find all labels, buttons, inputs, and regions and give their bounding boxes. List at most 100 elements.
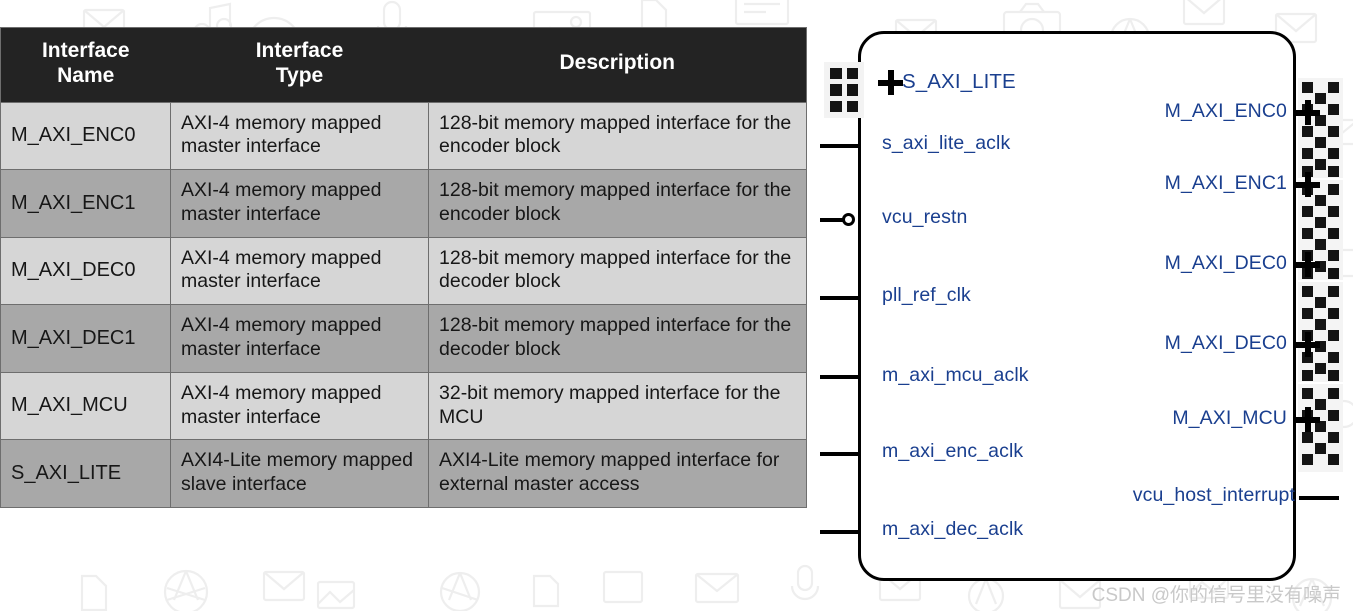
pin-stub-m-axi-dec-aclk (820, 530, 860, 534)
pin-square (1328, 82, 1339, 93)
port-label-m-axi-mcu-aclk: m_axi_mcu_aclk (882, 364, 1029, 386)
column-header-description: Description (428, 27, 807, 103)
pin-square (1328, 206, 1339, 217)
plus-expand-icon[interactable] (1295, 100, 1320, 125)
pin-square (1328, 104, 1339, 115)
table-row: M_AXI_ENC1 AXI-4 memory mapped master in… (0, 169, 807, 238)
interface-table-container: Interface Name Interface Type Descriptio… (0, 27, 807, 508)
pin-square (1302, 388, 1313, 399)
column-header-interface-name: Interface Name (0, 27, 171, 103)
cell-interface-type: AXI-4 memory mapped master interface (170, 304, 429, 373)
pin-square (1302, 228, 1313, 239)
bus-pin-strip-group-1 (1298, 78, 1343, 178)
pin-square (830, 84, 842, 96)
pin-square (1315, 297, 1326, 308)
pin-stub-s-axi-lite-aclk (820, 144, 860, 148)
cell-description: 128-bit memory mapped interface for the … (428, 304, 807, 373)
cell-description: AXI4-Lite memory mapped interface for ex… (428, 439, 807, 508)
cell-interface-type: AXI-4 memory mapped master interface (170, 169, 429, 238)
pin-square (1328, 286, 1339, 297)
port-label-m-axi-enc-aclk: m_axi_enc_aclk (882, 440, 1024, 462)
cell-description: 128-bit memory mapped interface for the … (428, 101, 807, 171)
pin-square (1328, 410, 1339, 421)
pin-square (1302, 454, 1313, 465)
pin-square (1315, 443, 1326, 454)
pin-square (1328, 184, 1339, 195)
cell-interface-name: M_AXI_DEC1 (0, 304, 171, 373)
table-row: M_AXI_MCU AXI-4 memory mapped master int… (0, 371, 807, 441)
column-header-interface-type-line1: Interface Type (255, 39, 344, 87)
pin-square (1328, 148, 1339, 159)
pin-stub-m-axi-enc-aclk (820, 452, 860, 456)
pin-square (1302, 82, 1313, 93)
table-row: M_AXI_DEC1 AXI-4 memory mapped master in… (0, 304, 807, 373)
pin-square (1328, 250, 1339, 261)
plus-expand-icon[interactable] (1295, 252, 1320, 277)
plus-expand-icon[interactable] (1295, 407, 1320, 432)
table-body: M_AXI_ENC0 AXI-4 memory mapped master in… (0, 101, 807, 508)
pin-square (1302, 370, 1313, 381)
pin-stub-vcu-restn (820, 218, 843, 222)
table-row: S_AXI_LITE AXI4-Lite memory mapped slave… (0, 439, 807, 508)
table-row: M_AXI_ENC0 AXI-4 memory mapped master in… (0, 101, 807, 171)
pin-square (846, 100, 858, 112)
csdn-watermark: CSDN @你的信号里没有噪声 (1091, 585, 1341, 606)
bus-port-label-m-axi-enc0: M_AXI_ENC0 (1164, 100, 1287, 122)
interface-table: Interface Name Interface Type Descriptio… (0, 27, 807, 508)
bus-port-label-m-axi-enc1: M_AXI_ENC1 (1164, 172, 1287, 194)
pin-square (1328, 166, 1339, 177)
cell-interface-type: AXI-4 memory mapped master interface (170, 371, 429, 441)
cell-description: 128-bit memory mapped interface for the … (428, 169, 807, 238)
pin-square (1302, 308, 1313, 319)
plus-expand-icon[interactable] (1295, 332, 1320, 357)
pin-square (1328, 268, 1339, 279)
bus-port-label-m-axi-mcu: M_AXI_MCU (1172, 407, 1287, 429)
port-label-s-axi-lite-aclk: s_axi_lite_aclk (882, 132, 1011, 154)
pin-square (1302, 126, 1313, 137)
pin-square (1302, 206, 1313, 217)
cell-interface-name: M_AXI_ENC0 (0, 101, 171, 171)
pin-stub-m-axi-mcu-aclk (820, 375, 860, 379)
plus-expand-icon[interactable] (1295, 172, 1320, 197)
pin-square (1302, 286, 1313, 297)
pin-stub-vcu-host-interrupt (1299, 496, 1339, 500)
cell-interface-type: AXI-4 memory mapped master interface (170, 101, 429, 171)
bus-port-label-m-axi-dec0: M_AXI_DEC0 (1164, 252, 1287, 274)
pin-square (1328, 388, 1339, 399)
pin-square (1315, 159, 1326, 170)
cell-description: 128-bit memory mapped interface for the … (428, 236, 807, 306)
pin-square (846, 68, 858, 80)
column-header-description-text: Description (559, 51, 676, 75)
table-header: Interface Name Interface Type Descriptio… (0, 27, 807, 103)
pin-square (1328, 352, 1339, 363)
plus-expand-icon[interactable] (878, 70, 903, 95)
table-row: M_AXI_DEC0 AXI-4 memory mapped master in… (0, 236, 807, 306)
pin-square (1328, 370, 1339, 381)
pin-square (1315, 363, 1326, 374)
cell-description: 32-bit memory mapped interface for the M… (428, 371, 807, 441)
screenshot-root: Interface Name Interface Type Descriptio… (0, 0, 1353, 611)
pin-square (1315, 217, 1326, 228)
inverted-input-bubble-icon (842, 213, 855, 226)
pin-square (846, 84, 858, 96)
pin-square (1315, 137, 1326, 148)
pin-square (830, 68, 842, 80)
pin-square (830, 100, 842, 112)
pin-square (1302, 148, 1313, 159)
cell-interface-name: M_AXI_MCU (0, 371, 171, 441)
port-label-m-axi-dec-aclk: m_axi_dec_aclk (882, 518, 1024, 540)
bus-port-label-m-axi-dec0-second: M_AXI_DEC0 (1164, 332, 1287, 354)
pin-square (1328, 330, 1339, 341)
pin-square (1328, 454, 1339, 465)
pin-stub-pll-ref-clk (820, 296, 860, 300)
cell-interface-type: AXI4-Lite memory mapped slave interface (170, 439, 429, 508)
column-header-interface-type: Interface Type (170, 27, 429, 103)
cell-interface-name: S_AXI_LITE (0, 439, 171, 508)
cell-interface-name: M_AXI_DEC0 (0, 236, 171, 306)
port-label-pll-ref-clk: pll_ref_clk (882, 284, 971, 306)
cell-interface-name: M_AXI_ENC1 (0, 169, 171, 238)
table-header-row: Interface Name Interface Type Descriptio… (0, 27, 807, 103)
vcu-block-diagram: S_AXI_LITE s_axi_lite_aclk vcu_restn pll… (812, 0, 1353, 611)
bus-port-label-s-axi-lite: S_AXI_LITE (902, 70, 1016, 93)
bus-pin-s-axi-lite (824, 62, 864, 118)
